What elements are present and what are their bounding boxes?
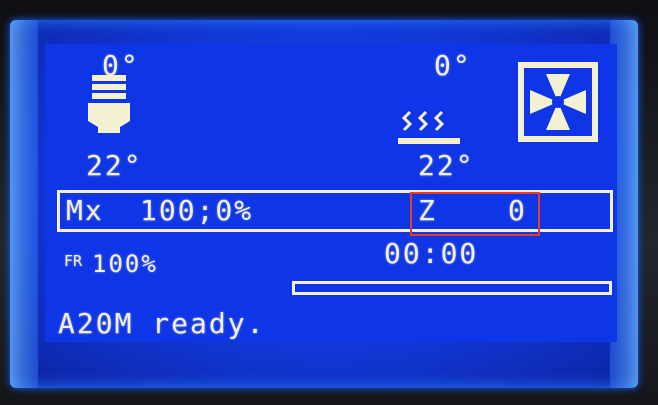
x-position-value: 100;0%	[140, 194, 254, 227]
fan-icon	[518, 62, 598, 142]
axis-mode-label: Mx	[66, 194, 104, 227]
elapsed-time: 00:00	[384, 237, 479, 270]
status-message: A20M ready.	[58, 307, 266, 340]
heated-bed-icon	[398, 110, 460, 144]
hotend-current-temp: 22°	[86, 149, 143, 182]
hotend-icon	[88, 75, 130, 133]
z-highlight-annotation	[410, 192, 540, 236]
feedrate-value: 100%	[92, 250, 158, 278]
feedrate-icon: FR	[64, 252, 83, 270]
bed-target-temp: 0°	[434, 49, 472, 82]
print-progress-bar	[292, 281, 612, 295]
bed-current-temp: 22°	[418, 149, 475, 182]
lcd-backlight-left	[10, 20, 38, 388]
